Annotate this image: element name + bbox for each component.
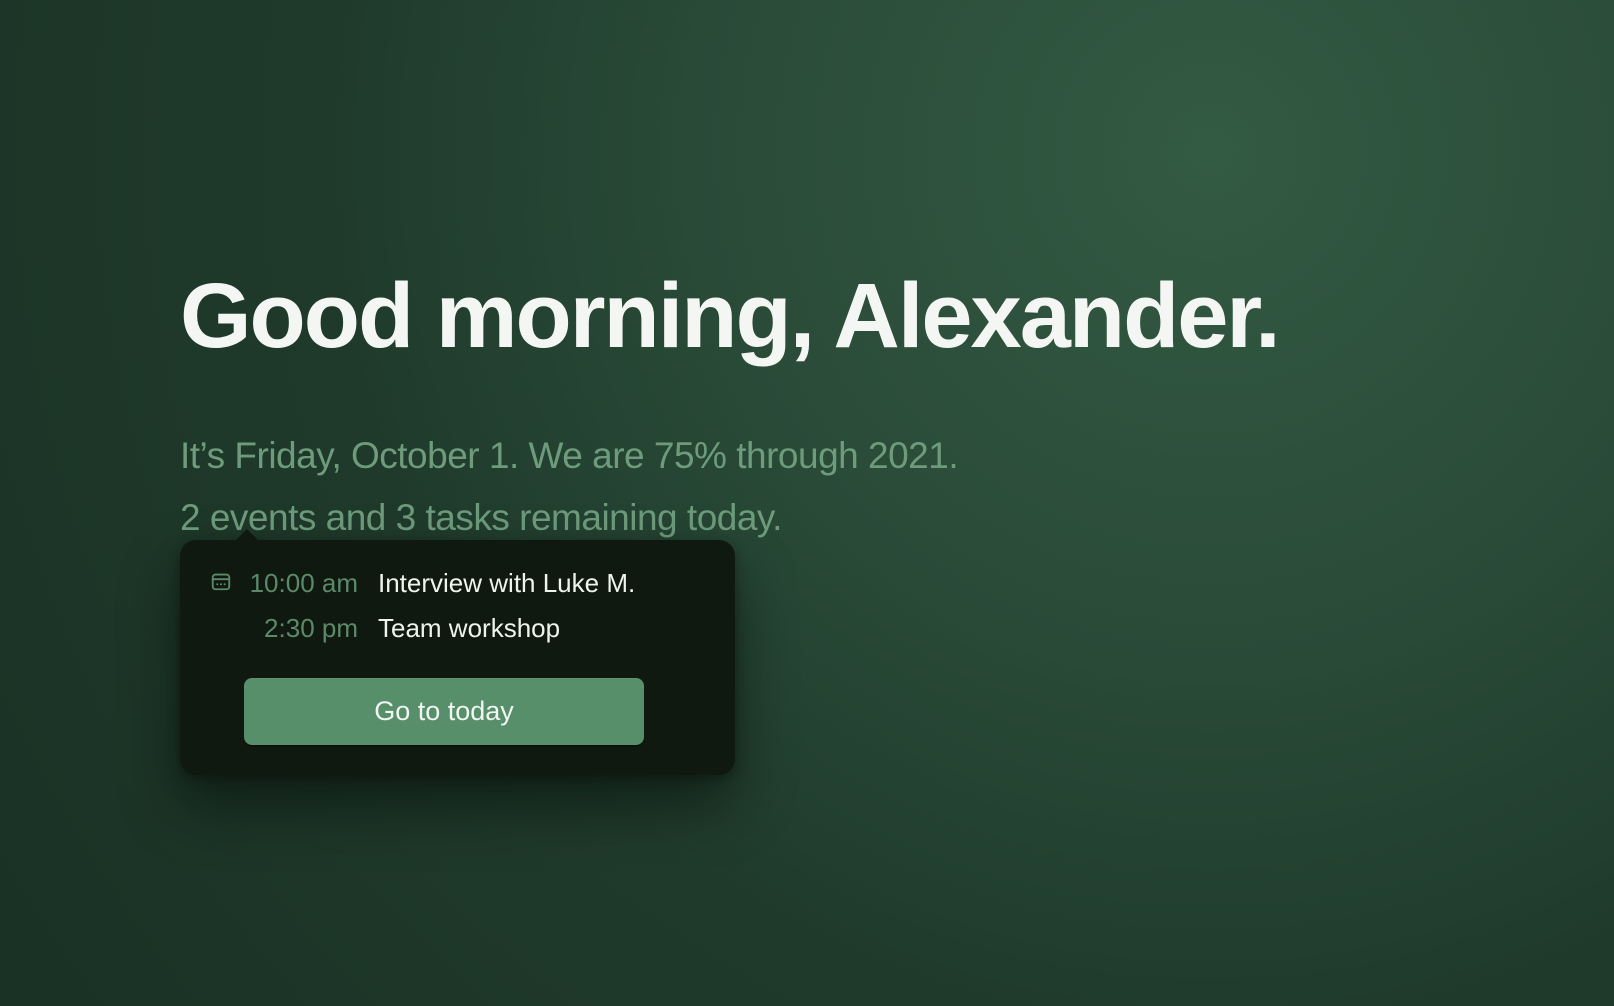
date-line: It’s Friday, October 1. We are 75% throu… xyxy=(180,425,1380,488)
event-title: Team workshop xyxy=(378,613,705,644)
event-time: 2:30 pm xyxy=(244,613,374,644)
calendar-icon xyxy=(210,568,240,592)
greeting-heading: Good morning, Alexander. xyxy=(180,268,1380,365)
event-title: Interview with Luke M. xyxy=(378,568,705,599)
go-to-today-button[interactable]: Go to today xyxy=(244,678,644,745)
event-time: 10:00 am xyxy=(244,568,374,599)
events-popover: 10:00 am Interview with Luke M. 2:30 pm … xyxy=(180,540,735,775)
